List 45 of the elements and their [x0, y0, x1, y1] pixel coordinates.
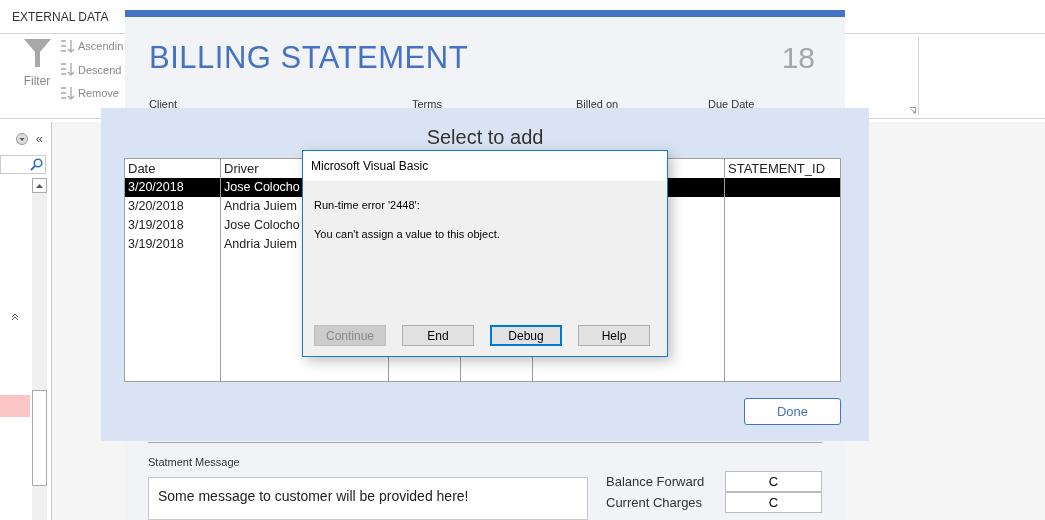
- collapse-button[interactable]: «: [35, 132, 43, 145]
- field-label: Billed on: [576, 97, 619, 110]
- sort-icon: [60, 38, 75, 54]
- total-value: C: [725, 471, 822, 492]
- selected-list-cell[interactable]: [725, 178, 840, 197]
- sort-command[interactable]: Remove: [78, 85, 119, 102]
- ribbon-tab[interactable]: EXTERNAL DATA: [12, 7, 109, 26]
- done-button[interactable]: Done: [744, 398, 841, 425]
- column-header[interactable]: Driver: [224, 158, 259, 179]
- sort-command[interactable]: Ascendin: [78, 38, 124, 55]
- scrollbar[interactable]: [32, 178, 47, 520]
- total-label: Balance Forward: [606, 472, 706, 491]
- message-label: Statment Message: [148, 455, 241, 470]
- sort-icon: [60, 62, 75, 78]
- error-message: You can't assign a value to this object.: [314, 226, 501, 242]
- dialog-button[interactable]: End: [402, 325, 474, 346]
- statement-number: 18: [781, 40, 815, 76]
- field-label: Client: [149, 97, 178, 110]
- total-label: Current Charges: [606, 493, 704, 512]
- dialog-launcher-icon[interactable]: [909, 107, 916, 114]
- list-cell[interactable]: 3/19/2018: [125, 235, 220, 254]
- dialog-title: Microsoft Visual Basic: [311, 158, 429, 175]
- dialog-button[interactable]: Debug: [490, 325, 562, 346]
- column-header[interactable]: STATEMENT_ID: [728, 158, 826, 179]
- selected-list-cell[interactable]: 3/20/2018: [125, 178, 220, 197]
- sort-command[interactable]: Descend: [78, 61, 122, 78]
- filter-icon: [23, 39, 51, 67]
- total-value: C: [725, 492, 822, 513]
- message-field[interactable]: Some message to customer will be provided here!: [148, 476, 588, 520]
- filter-button[interactable]: Filter: [23, 72, 51, 90]
- sort-icon: [60, 85, 75, 101]
- field-label: Due Date: [708, 97, 755, 110]
- column-header[interactable]: Date: [128, 158, 156, 179]
- scroll-up-icon: [36, 183, 43, 188]
- dialog-button[interactable]: Help: [578, 325, 650, 346]
- error-code: Run-time error '2448':: [314, 198, 421, 213]
- search-icon: [30, 158, 43, 171]
- search-field[interactable]: [0, 155, 46, 174]
- field-label: Terms: [412, 97, 442, 110]
- list-cell[interactable]: 3/19/2018: [125, 216, 220, 235]
- dropdown-icon[interactable]: [15, 132, 28, 145]
- chevron-up-icon[interactable]: [11, 313, 19, 321]
- list-cell[interactable]: 3/20/2018: [125, 197, 220, 216]
- popup-title: Select to add: [426, 126, 544, 148]
- form-title: BILLING STATEMENT: [149, 39, 469, 77]
